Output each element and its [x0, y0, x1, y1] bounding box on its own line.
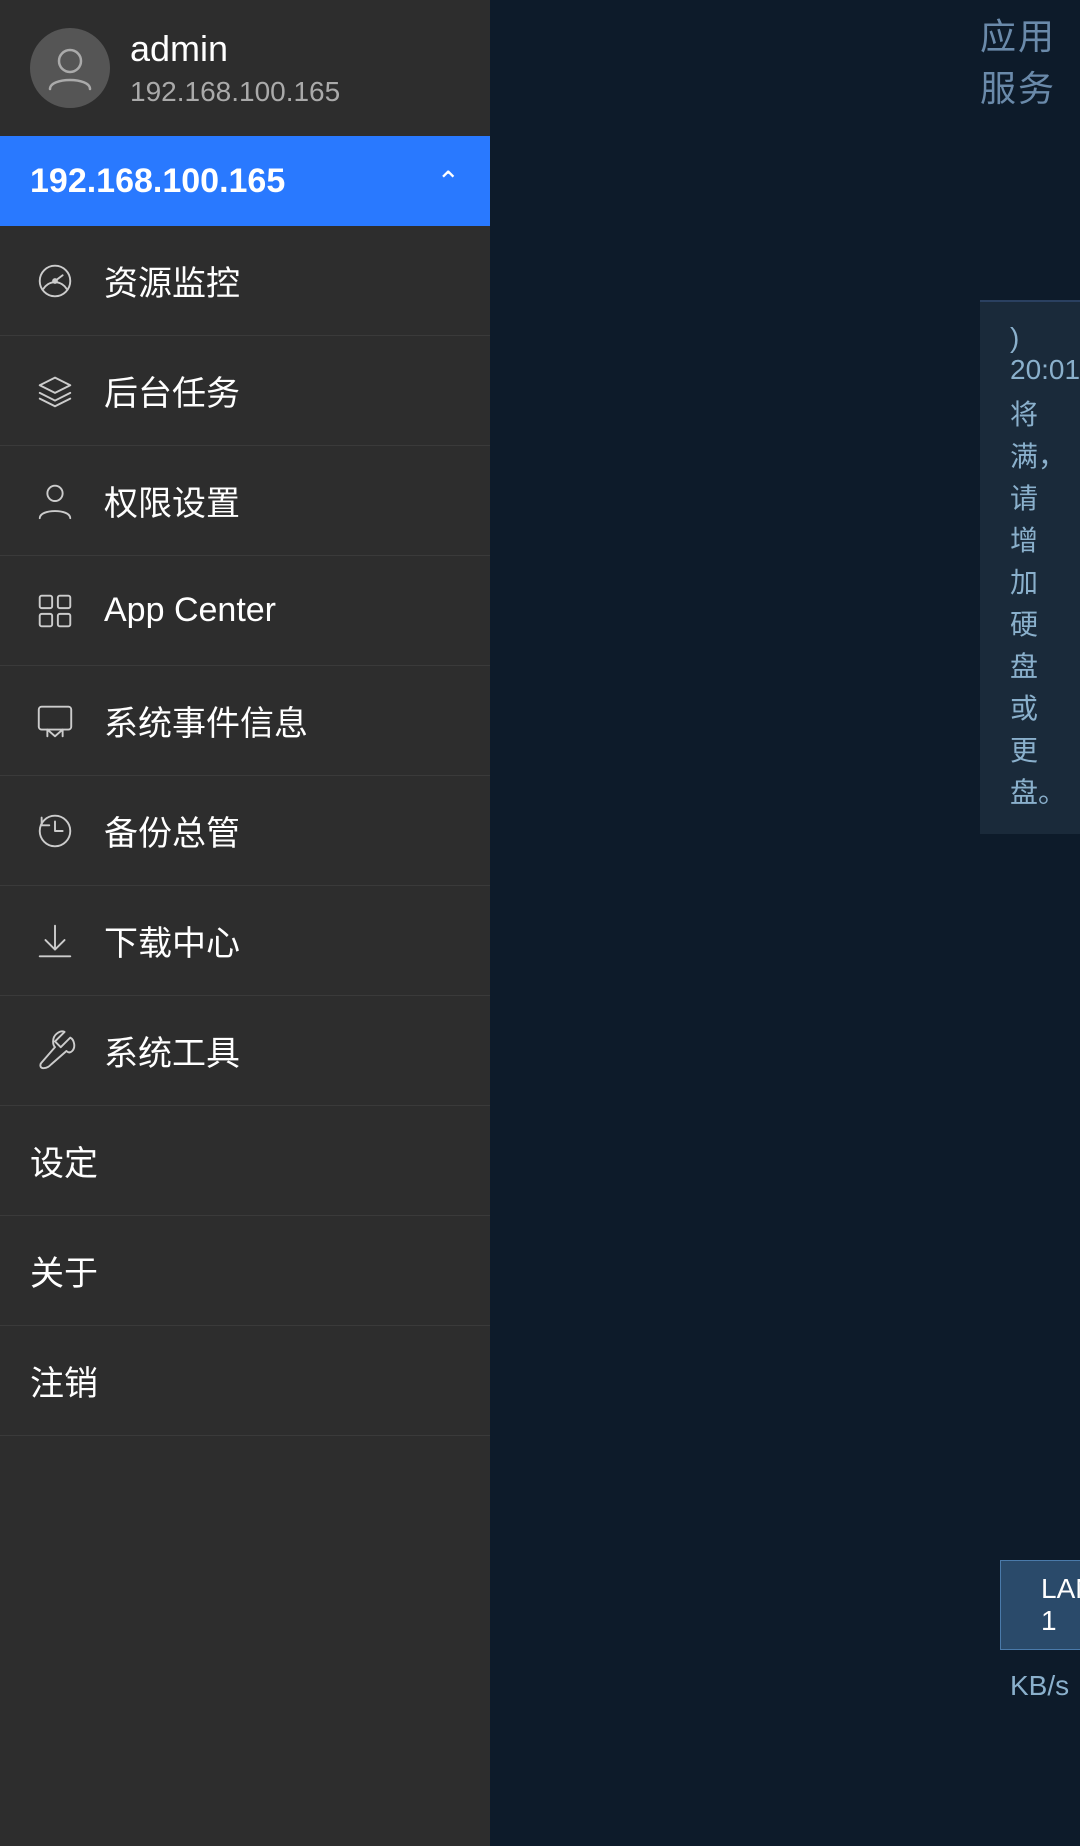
notification-line2: 盘。 [1010, 772, 1050, 814]
permissions-label: 权限设置 [104, 476, 240, 525]
grid-icon [30, 586, 80, 636]
about-label: 关于 [30, 1246, 98, 1295]
sidebar-item-background-task[interactable]: 后台任务 [0, 336, 490, 446]
notification-time: ) 20:01:52 [1010, 322, 1050, 386]
lan-tabs: LAN 1 LAN 2 [980, 1550, 1080, 1660]
user-ip-display: 192.168.100.165 [130, 76, 340, 108]
sidebar-item-permissions[interactable]: 权限设置 [0, 446, 490, 556]
avatar [30, 28, 110, 108]
notification-box: ) 20:01:52 将满，请增加硬盘或更 盘。 [980, 300, 1080, 834]
tools-icon [30, 1026, 80, 1076]
sidebar-item-backup-manager[interactable]: 备份总管 [0, 776, 490, 886]
system-tools-label: 系统工具 [104, 1026, 240, 1075]
app-services-tab[interactable]: 应用服务 [980, 8, 1080, 112]
resource-monitor-label: 资源监控 [104, 256, 240, 305]
logout-label: 注销 [30, 1356, 98, 1405]
layers-icon [30, 366, 80, 416]
gauge-icon [30, 256, 80, 306]
active-ip-row[interactable]: 192.168.100.165 ⌃ [0, 136, 490, 226]
system-events-label: 系统事件信息 [104, 696, 308, 745]
user-header[interactable]: admin 192.168.100.165 [0, 0, 490, 136]
message-icon [30, 696, 80, 746]
sidebar-item-system-tools[interactable]: 系统工具 [0, 996, 490, 1106]
right-panel: 应用服务 ) 20:01:52 将满，请增加硬盘或更 盘。 LAN 1 LAN … [490, 0, 1080, 1846]
sidebar-item-resource-monitor[interactable]: 资源监控 [0, 226, 490, 336]
menu-list: 资源监控 后台任务 权限设置 [0, 226, 490, 1846]
active-ip-text: 192.168.100.165 [30, 162, 285, 201]
lan-speeds: KB/s ⇧ 5 KB/s [980, 1660, 1080, 1745]
menu-overlay: admin 192.168.100.165 192.168.100.165 ⌃ … [0, 0, 490, 1846]
clock-backup-icon [30, 806, 80, 856]
settings-label: 设定 [30, 1136, 98, 1185]
user-info: admin 192.168.100.165 [130, 28, 340, 108]
right-header: 应用服务 [980, 0, 1080, 120]
app-center-label: App Center [104, 591, 276, 630]
notification-line1: 将满，请增加硬盘或更 [1010, 394, 1050, 772]
sidebar-item-about[interactable]: 关于 [0, 1216, 490, 1326]
sidebar-item-logout[interactable]: 注销 [0, 1326, 490, 1436]
sidebar-item-app-center[interactable]: App Center [0, 556, 490, 666]
download-icon [30, 916, 80, 966]
backup-manager-label: 备份总管 [104, 806, 240, 855]
lan-section: LAN 1 LAN 2 KB/s ⇧ 5 KB/s [980, 1550, 1080, 1745]
sidebar-item-download-center[interactable]: 下载中心 [0, 886, 490, 996]
lan1-tab[interactable]: LAN 1 [1000, 1560, 1080, 1650]
user-name: admin [130, 28, 340, 70]
sidebar-item-settings[interactable]: 设定 [0, 1106, 490, 1216]
person-icon [30, 476, 80, 526]
download-center-label: 下载中心 [104, 916, 240, 965]
background-task-label: 后台任务 [104, 366, 240, 415]
sidebar-item-system-events[interactable]: 系统事件信息 [0, 666, 490, 776]
download-speed: KB/s [1010, 1670, 1069, 1735]
chevron-up-icon: ⌃ [437, 165, 460, 198]
